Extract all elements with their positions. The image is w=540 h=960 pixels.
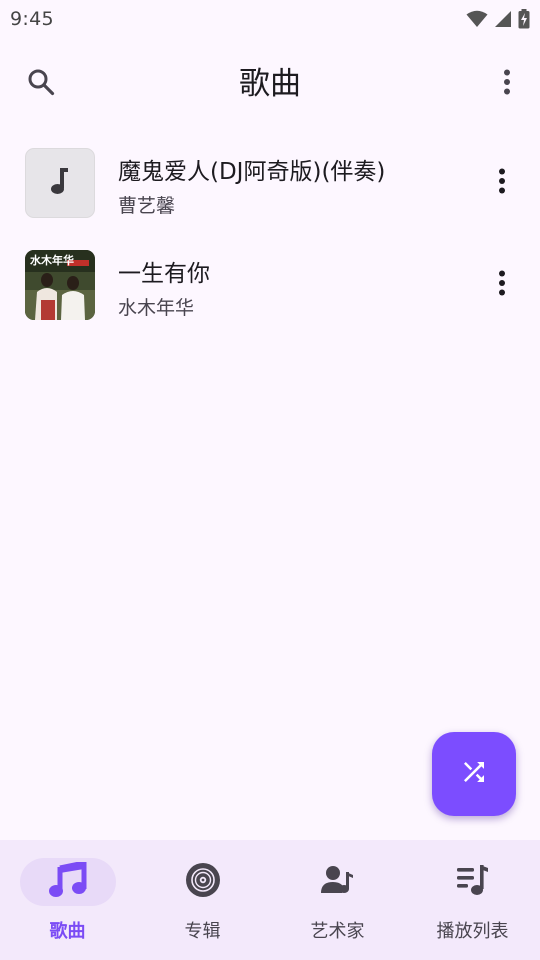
shuffle-icon: [459, 757, 489, 791]
playlist-icon: [456, 863, 490, 901]
nav-item-playlists[interactable]: 播放列表: [405, 840, 540, 960]
song-list: 魔鬼爱人(DJ阿奇版)(伴奏) 曹艺馨 水木年华 一生有你 水木年华: [0, 132, 540, 336]
nav-label: 专辑: [184, 921, 221, 942]
more-vert-icon: [503, 69, 511, 99]
song-cover-placeholder: [25, 148, 95, 218]
nav-active-indicator: [19, 858, 116, 906]
song-artist: 曹艺馨: [118, 195, 176, 217]
svg-text:水木年华: 水木年华: [30, 253, 74, 267]
nav-icon-container: [155, 858, 251, 906]
battery-charging-icon: [518, 9, 530, 29]
nav-item-songs[interactable]: 歌曲: [0, 840, 135, 960]
album-art-photo: 水木年华: [25, 250, 95, 320]
nav-label: 艺术家: [310, 921, 365, 942]
music-note-icon: [48, 859, 87, 902]
status-bar: 9:45: [0, 0, 540, 38]
nav-label: 播放列表: [436, 921, 509, 942]
nav-item-albums[interactable]: 专辑: [135, 840, 270, 960]
status-icons: [466, 9, 530, 29]
more-vert-icon: [498, 270, 506, 300]
music-note-icon: [48, 166, 72, 200]
signal-icon: [494, 10, 512, 28]
song-menu-button[interactable]: [478, 261, 526, 309]
more-options-button[interactable]: [483, 60, 531, 108]
nav-item-artists[interactable]: 艺术家: [270, 840, 405, 960]
nav-icon-container: [290, 858, 386, 906]
wifi-icon: [466, 10, 488, 28]
song-title: 魔鬼爱人(DJ阿奇版)(伴奏): [118, 159, 386, 185]
song-artist: 水木年华: [118, 297, 195, 319]
status-time: 9:45: [10, 8, 54, 30]
song-title: 一生有你: [118, 261, 210, 287]
song-menu-button[interactable]: [478, 159, 526, 207]
bottom-navigation: 歌曲 专辑 艺术家 播放列表: [0, 840, 540, 960]
page-title: 歌曲: [239, 66, 301, 102]
artist-icon: [320, 863, 355, 901]
top-app-bar: 歌曲: [0, 52, 540, 116]
nav-icon-container: [425, 858, 521, 906]
shuffle-fab[interactable]: [432, 732, 516, 816]
nav-label: 歌曲: [49, 921, 86, 942]
song-row[interactable]: 水木年华 一生有你 水木年华: [0, 234, 540, 336]
album-disc-icon: [185, 862, 221, 902]
song-row[interactable]: 魔鬼爱人(DJ阿奇版)(伴奏) 曹艺馨: [0, 132, 540, 234]
more-vert-icon: [498, 168, 506, 198]
